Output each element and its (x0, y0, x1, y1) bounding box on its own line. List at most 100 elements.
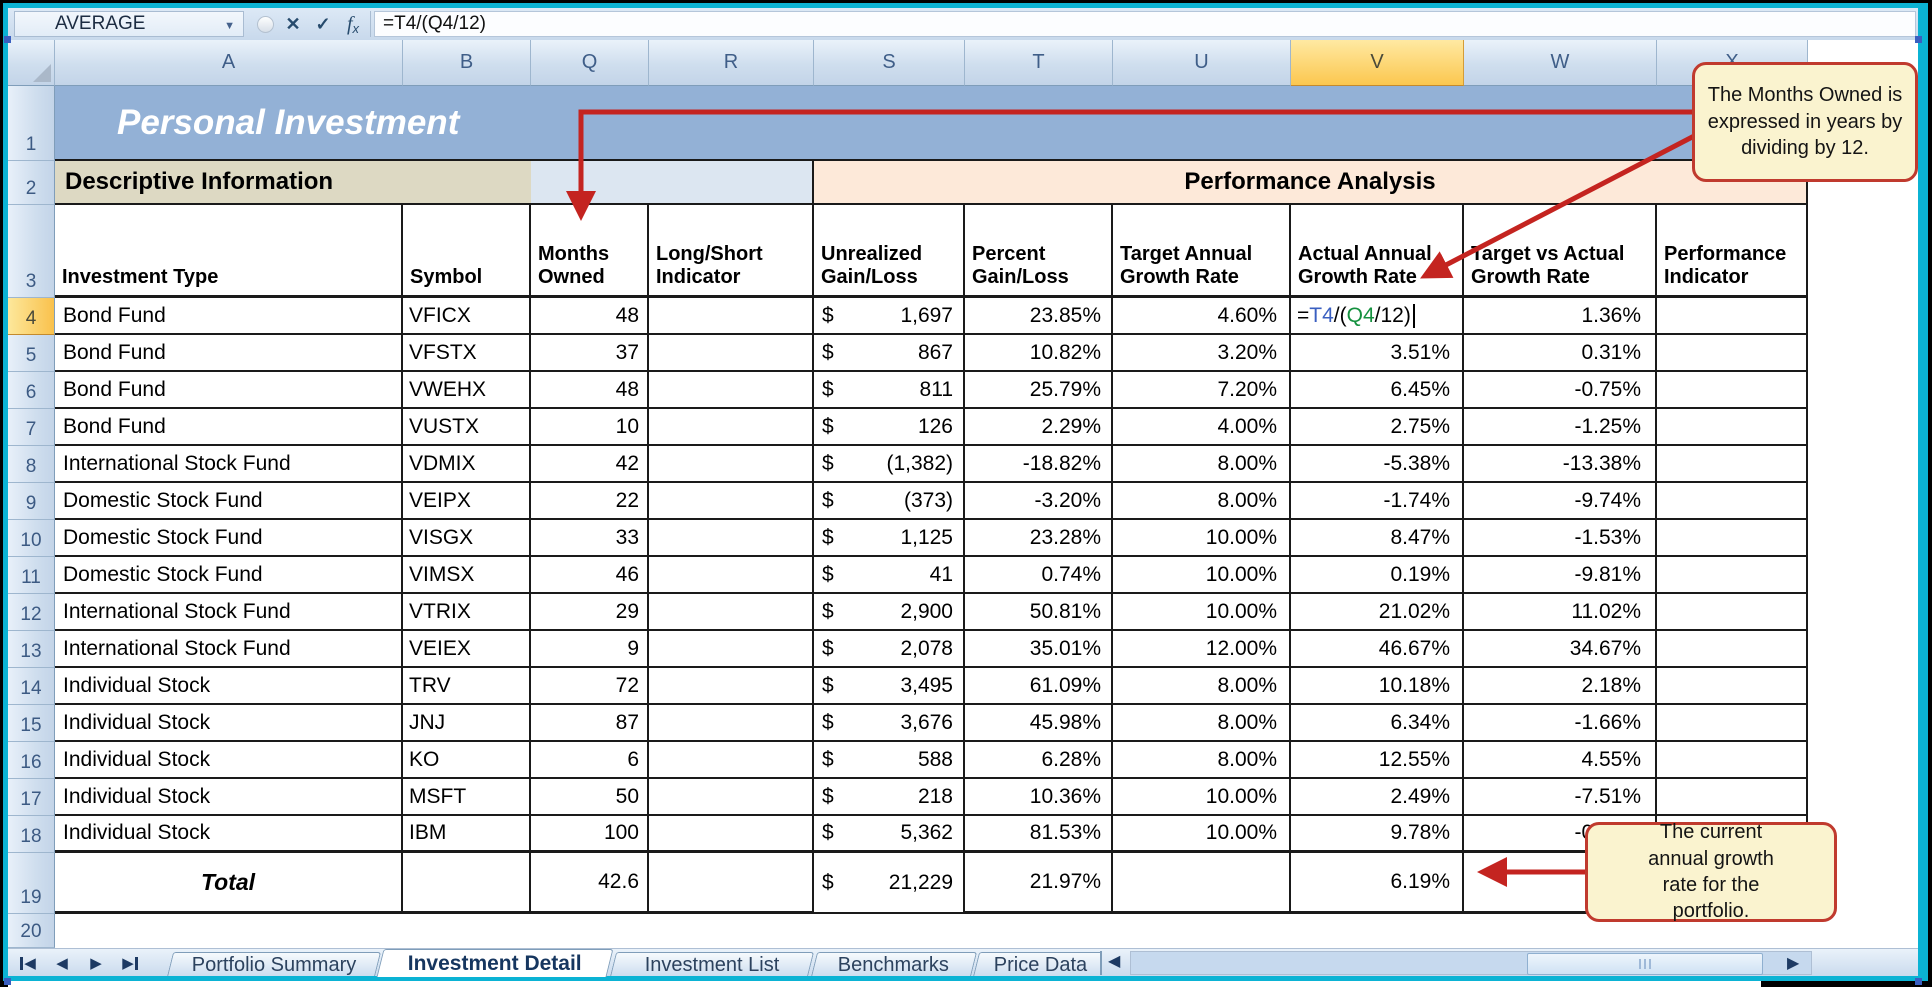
row-20-band[interactable] (8, 980, 1761, 987)
cell-V7[interactable]: 2.75% (1291, 409, 1464, 446)
previous-sheet-icon[interactable]: ◀ (50, 952, 74, 974)
cell-T4[interactable]: 23.85% (965, 298, 1113, 335)
cell-U12[interactable]: 10.00% (1113, 594, 1291, 631)
cell-header-W3[interactable]: Target vs Actual Growth Rate (1464, 205, 1657, 298)
row-header-4[interactable]: 4 (8, 298, 55, 335)
cell-B10[interactable]: VISGX (403, 520, 531, 557)
cell-T15[interactable]: 45.98% (965, 705, 1113, 742)
cell-B9[interactable]: VEIPX (403, 483, 531, 520)
cell-V10[interactable]: 8.47% (1291, 520, 1464, 557)
cell-A18[interactable]: Individual Stock (55, 816, 403, 853)
cancel-icon[interactable]: ✕ (280, 12, 306, 36)
cell-U4[interactable]: 4.60% (1113, 298, 1291, 335)
cell-header-B3[interactable]: Symbol (403, 205, 531, 298)
cell-V11[interactable]: 0.19% (1291, 557, 1464, 594)
cell-A9[interactable]: Domestic Stock Fund (55, 483, 403, 520)
cell-B4[interactable]: VFICX (403, 298, 531, 335)
row-header-2[interactable]: 2 (8, 161, 55, 205)
cell-R12[interactable] (649, 594, 814, 631)
cell-X16[interactable] (1657, 742, 1808, 779)
cell-W5[interactable]: 0.31% (1464, 335, 1657, 372)
cell-U10[interactable]: 10.00% (1113, 520, 1291, 557)
column-header-B[interactable]: B (403, 40, 531, 86)
sheet-tab-benchmarks[interactable]: Benchmarks (810, 952, 978, 977)
cell-T9[interactable]: -3.20% (965, 483, 1113, 520)
row-header-10[interactable]: 10 (8, 520, 55, 557)
cell-X12[interactable] (1657, 594, 1808, 631)
cell-header-T3[interactable]: Percent Gain/Loss (965, 205, 1113, 298)
last-sheet-icon[interactable]: ▶ (118, 952, 142, 974)
cell-R13[interactable] (649, 631, 814, 668)
select-all-corner[interactable] (8, 40, 55, 86)
cell-R8[interactable] (649, 446, 814, 483)
name-box[interactable]: AVERAGE ▼ (14, 11, 244, 37)
cell-Q8[interactable]: 42 (531, 446, 649, 483)
cell-X11[interactable] (1657, 557, 1808, 594)
cell-U19[interactable] (1113, 853, 1291, 914)
cell-B18[interactable]: IBM (403, 816, 531, 853)
cell-V12[interactable]: 21.02% (1291, 594, 1464, 631)
cell-V17[interactable]: 2.49% (1291, 779, 1464, 816)
range-handle[interactable] (1915, 36, 1922, 43)
cell-S18[interactable]: $5,362 (814, 816, 965, 853)
cell-R6[interactable] (649, 372, 814, 409)
cell-W8[interactable]: -13.38% (1464, 446, 1657, 483)
cell-S9[interactable]: $ (373) (814, 483, 965, 520)
row-header-7[interactable]: 7 (8, 409, 55, 446)
cell-X10[interactable] (1657, 520, 1808, 557)
column-header-T[interactable]: T (965, 40, 1113, 86)
cell-S8[interactable]: $ (1,382) (814, 446, 965, 483)
cell-A11[interactable]: Domestic Stock Fund (55, 557, 403, 594)
cell-Q11[interactable]: 46 (531, 557, 649, 594)
cell-W14[interactable]: 2.18% (1464, 668, 1657, 705)
row-header-12[interactable]: 12 (8, 594, 55, 631)
cell-U5[interactable]: 3.20% (1113, 335, 1291, 372)
cell-S16[interactable]: $588 (814, 742, 965, 779)
cell-R11[interactable] (649, 557, 814, 594)
cell-X7[interactable] (1657, 409, 1808, 446)
enter-icon[interactable]: ✓ (310, 12, 336, 36)
row-header-8[interactable]: 8 (8, 446, 55, 483)
cell-X13[interactable] (1657, 631, 1808, 668)
next-sheet-icon[interactable]: ▶ (84, 952, 108, 974)
cell-V14[interactable]: 10.18% (1291, 668, 1464, 705)
cell-T7[interactable]: 2.29% (965, 409, 1113, 446)
column-header-R[interactable]: R (649, 40, 814, 86)
cell-S19[interactable]: $21,229 (814, 853, 965, 914)
cell-T10[interactable]: 23.28% (965, 520, 1113, 557)
cell-W7[interactable]: -1.25% (1464, 409, 1657, 446)
cell-W11[interactable]: -9.81% (1464, 557, 1657, 594)
cell-S5[interactable]: $867 (814, 335, 965, 372)
cell-U8[interactable]: 8.00% (1113, 446, 1291, 483)
sheet-tab-portfolio-summary[interactable]: Portfolio Summary (166, 952, 382, 977)
cell-X9[interactable] (1657, 483, 1808, 520)
cell-B7[interactable]: VUSTX (403, 409, 531, 446)
range-handle[interactable] (4, 36, 11, 43)
cell-B5[interactable]: VFSTX (403, 335, 531, 372)
cell-T14[interactable]: 61.09% (965, 668, 1113, 705)
cell-S12[interactable]: $2,900 (814, 594, 965, 631)
cell-title-personal-investment[interactable]: Personal Investment (55, 86, 1808, 161)
cell-U16[interactable]: 8.00% (1113, 742, 1291, 779)
cell-Q17[interactable]: 50 (531, 779, 649, 816)
first-sheet-icon[interactable]: ◀ (16, 952, 40, 974)
cell-B11[interactable]: VIMSX (403, 557, 531, 594)
cell-B13[interactable]: VEIEX (403, 631, 531, 668)
cell-section-spacer[interactable] (531, 161, 814, 205)
horizontal-scrollbar[interactable]: ▶ (1130, 951, 1812, 975)
cell-W9[interactable]: -9.74% (1464, 483, 1657, 520)
cell-B6[interactable]: VWEHX (403, 372, 531, 409)
sheet-tab-price-data[interactable]: Price Data (972, 952, 1100, 977)
cell-Q9[interactable]: 22 (531, 483, 649, 520)
cell-Q6[interactable]: 48 (531, 372, 649, 409)
cell-R17[interactable] (649, 779, 814, 816)
row-header-11[interactable]: 11 (8, 557, 55, 594)
cell-Q5[interactable]: 37 (531, 335, 649, 372)
cell-V15[interactable]: 6.34% (1291, 705, 1464, 742)
cell-U6[interactable]: 7.20% (1113, 372, 1291, 409)
sheet-tab-investment-detail[interactable]: Investment Detail (376, 949, 614, 977)
sheet-tab-investment-list[interactable]: Investment List (609, 952, 815, 977)
cell-B15[interactable]: JNJ (403, 705, 531, 742)
range-handle[interactable] (4, 978, 11, 985)
scroll-right-icon[interactable]: ▶ (1787, 953, 1799, 973)
